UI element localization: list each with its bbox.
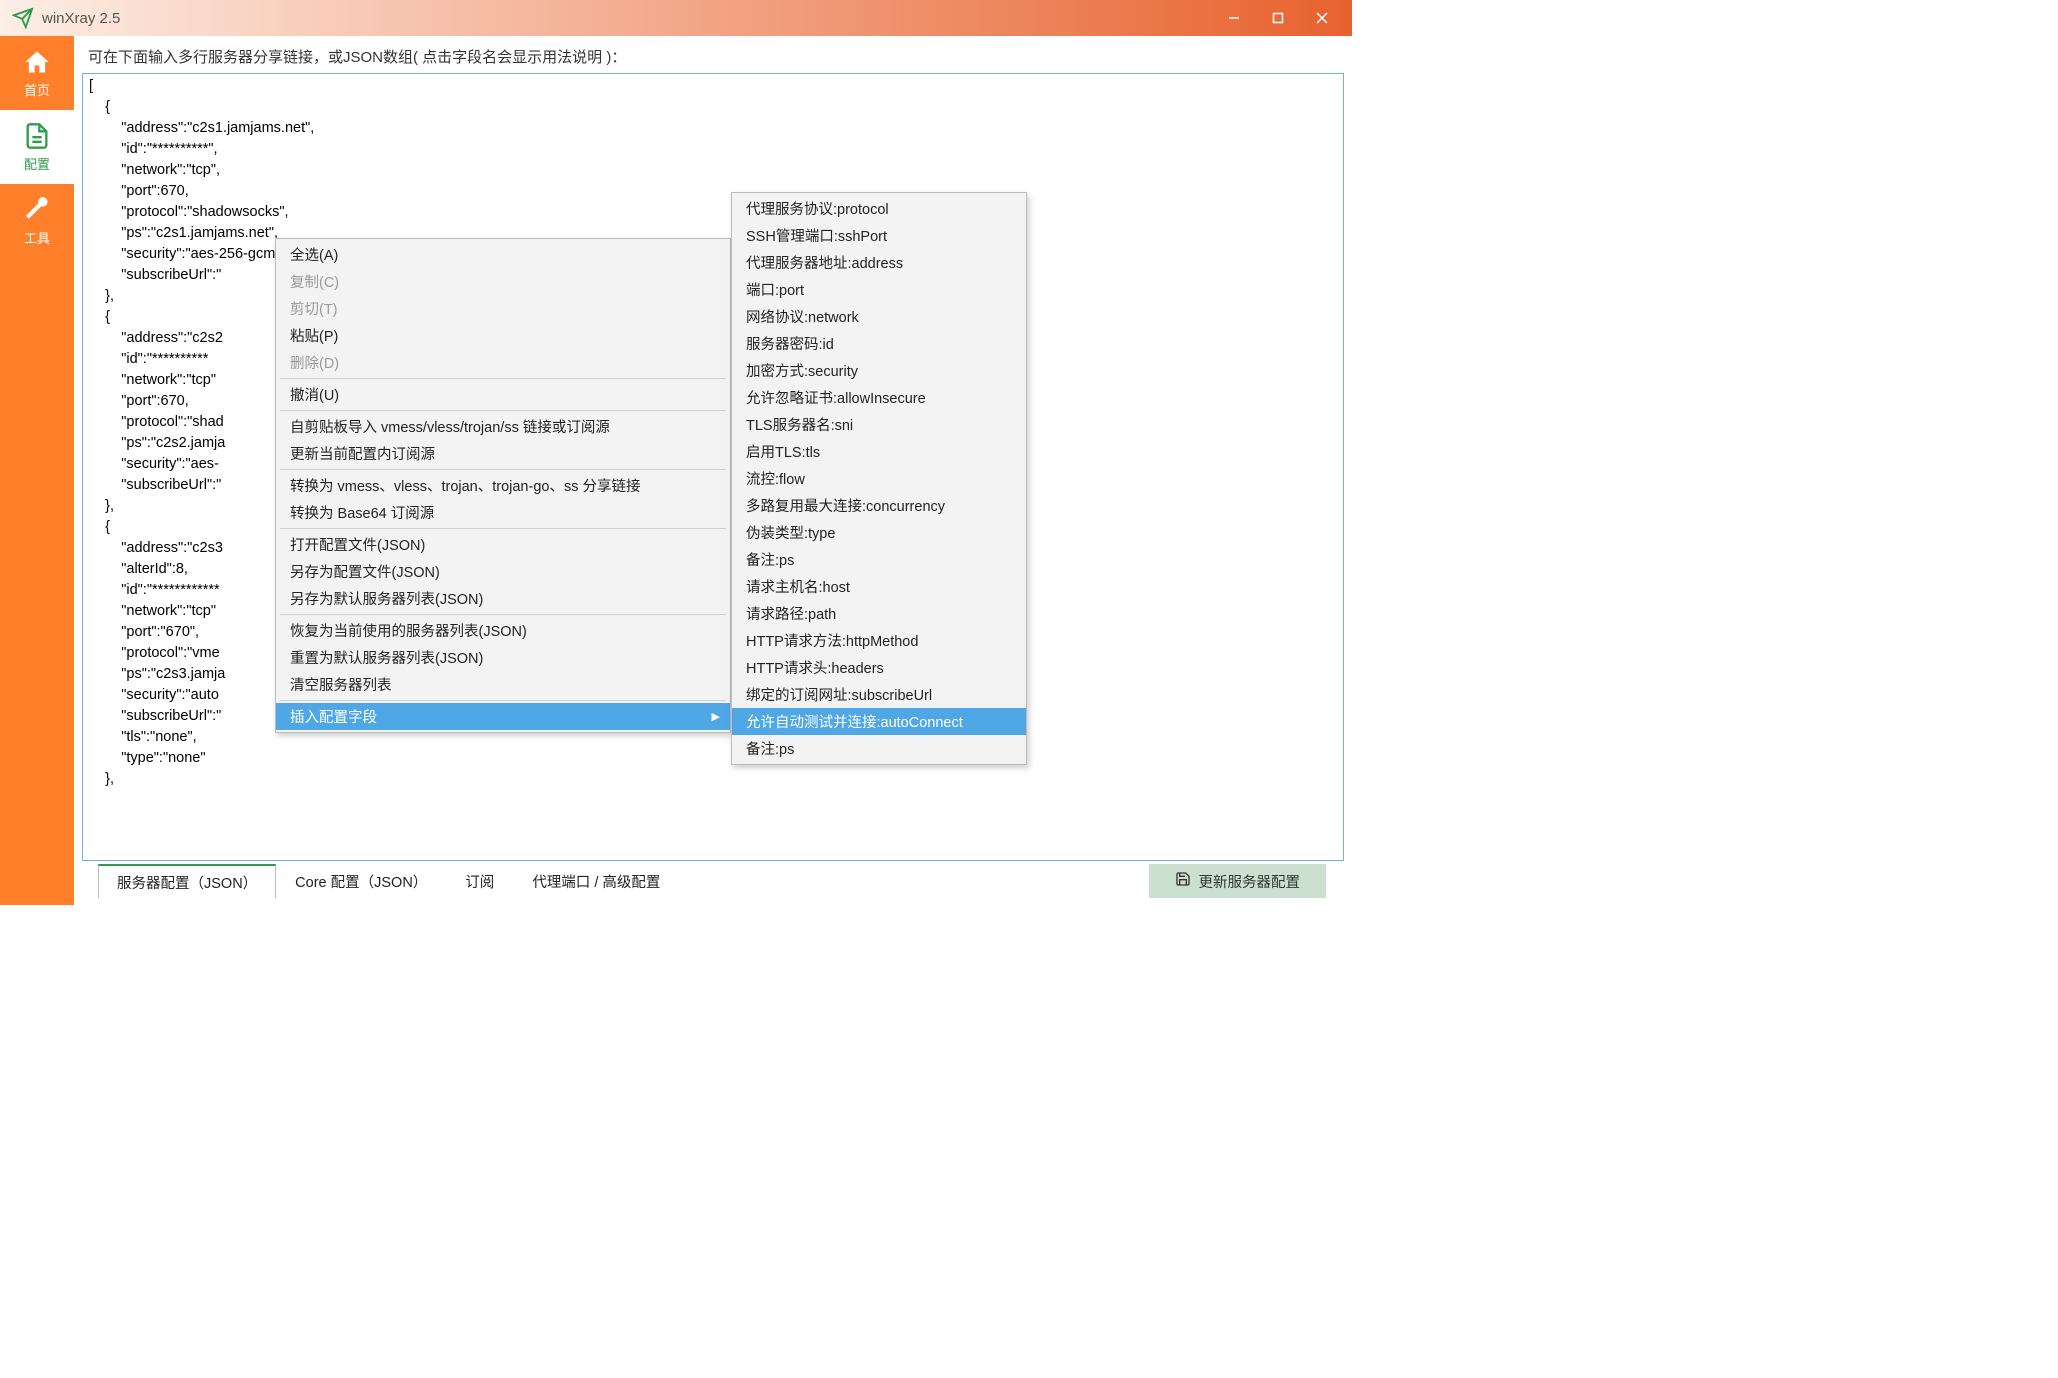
context-menu-item[interactable]: 恢复为当前使用的服务器列表(JSON) [276,617,730,644]
chevron-right-icon: ▶ [712,710,720,723]
context-menu-item[interactable]: 插入配置字段▶ [276,703,730,730]
context-menu-item[interactable]: 更新当前配置内订阅源 [276,440,730,467]
sidebar-item-home[interactable]: 首页 [0,36,74,110]
maximize-button[interactable] [1256,0,1300,36]
context-submenu: 代理服务协议:protocolSSH管理端口:sshPort代理服务器地址:ad… [731,192,1027,765]
submenu-item[interactable]: HTTP请求方法:httpMethod [732,627,1026,654]
submenu-item[interactable]: 代理服务器地址:address [732,249,1026,276]
submenu-item[interactable]: 允许自动测试并连接:autoConnect [732,708,1026,735]
submenu-item[interactable]: 备注:ps [732,546,1026,573]
submenu-item[interactable]: HTTP请求头:headers [732,654,1026,681]
sidebar-item-label: 首页 [24,80,50,99]
window-controls [1212,0,1344,36]
context-menu-item[interactable]: 重置为默认服务器列表(JSON) [276,644,730,671]
hint-text: 可在下面输入多行服务器分享链接，或JSON数组( 点击字段名会显示用法说明 )： [74,36,1352,73]
bottom-bar: 服务器配置（JSON） Core 配置（JSON） 订阅 代理端口 / 高级配置… [74,861,1352,905]
context-menu-item[interactable]: 粘贴(P) [276,322,730,349]
submenu-item[interactable]: 服务器密码:id [732,330,1026,357]
home-icon [23,48,51,76]
submenu-item[interactable]: TLS服务器名:sni [732,411,1026,438]
submenu-item[interactable]: 加密方式:security [732,357,1026,384]
tab-core-json[interactable]: Core 配置（JSON） [276,864,446,898]
context-menu: 全选(A)复制(C)剪切(T)粘贴(P)删除(D) 撤消(U) 自剪贴板导入 vme… [275,238,731,733]
app-logo-icon [12,7,34,29]
submenu-item[interactable]: SSH管理端口:sshPort [732,222,1026,249]
sidebar: 首页 配置 工具 [0,36,74,905]
submenu-item[interactable]: 绑定的订阅网址:subscribeUrl [732,681,1026,708]
update-button-label: 更新服务器配置 [1199,871,1301,892]
submenu-item[interactable]: 备注:ps [732,735,1026,762]
editor-container: [ { "address":"c2s1.jamjams.net", "id":"… [82,73,1344,861]
context-menu-item[interactable]: 转换为 vmess、vless、trojan、trojan-go、ss 分享链接 [276,472,730,499]
menu-separator [280,469,726,470]
update-server-config-button[interactable]: 更新服务器配置 [1149,864,1327,898]
submenu-item[interactable]: 代理服务协议:protocol [732,195,1026,222]
context-menu-item[interactable]: 转换为 Base64 订阅源 [276,499,730,526]
tabs: 服务器配置（JSON） Core 配置（JSON） 订阅 代理端口 / 高级配置 [98,864,679,898]
wrench-icon [23,196,51,224]
menu-separator [280,614,726,615]
document-icon [23,122,51,150]
context-menu-item[interactable]: 清空服务器列表 [276,671,730,698]
submenu-item[interactable]: 允许忽略证书:allowInsecure [732,384,1026,411]
context-menu-item[interactable]: 打开配置文件(JSON) [276,531,730,558]
context-menu-item[interactable]: 另存为默认服务器列表(JSON) [276,585,730,612]
sidebar-item-tools[interactable]: 工具 [0,184,74,258]
menu-separator [280,528,726,529]
sidebar-item-config[interactable]: 配置 [0,110,74,184]
app-title: winXray 2.5 [42,10,1212,27]
titlebar: winXray 2.5 [0,0,1352,36]
close-button[interactable] [1300,0,1344,36]
tab-server-json[interactable]: 服务器配置（JSON） [98,864,276,898]
submenu-item[interactable]: 请求主机名:host [732,573,1026,600]
context-menu-item[interactable]: 撤消(U) [276,381,730,408]
minimize-button[interactable] [1212,0,1256,36]
menu-separator [280,700,726,701]
context-menu-item[interactable]: 另存为配置文件(JSON) [276,558,730,585]
submenu-item[interactable]: 启用TLS:tls [732,438,1026,465]
submenu-item[interactable]: 伪装类型:type [732,519,1026,546]
tab-proxy-advanced[interactable]: 代理端口 / 高级配置 [513,864,679,898]
submenu-item[interactable]: 请求路径:path [732,600,1026,627]
save-icon [1175,871,1191,891]
sidebar-item-label: 工具 [24,228,50,247]
context-menu-item: 剪切(T) [276,295,730,322]
submenu-item[interactable]: 端口:port [732,276,1026,303]
context-menu-item: 删除(D) [276,349,730,376]
submenu-item[interactable]: 多路复用最大连接:concurrency [732,492,1026,519]
context-menu-item: 复制(C) [276,268,730,295]
context-menu-item[interactable]: 全选(A) [276,241,730,268]
context-menu-item[interactable]: 自剪贴板导入 vmess/vless/trojan/ss 链接或订阅源 [276,413,730,440]
submenu-item[interactable]: 流控:flow [732,465,1026,492]
menu-separator [280,378,726,379]
submenu-item[interactable]: 网络协议:network [732,303,1026,330]
sidebar-item-label: 配置 [24,154,50,173]
menu-separator [280,410,726,411]
tab-subscribe[interactable]: 订阅 [446,864,513,898]
